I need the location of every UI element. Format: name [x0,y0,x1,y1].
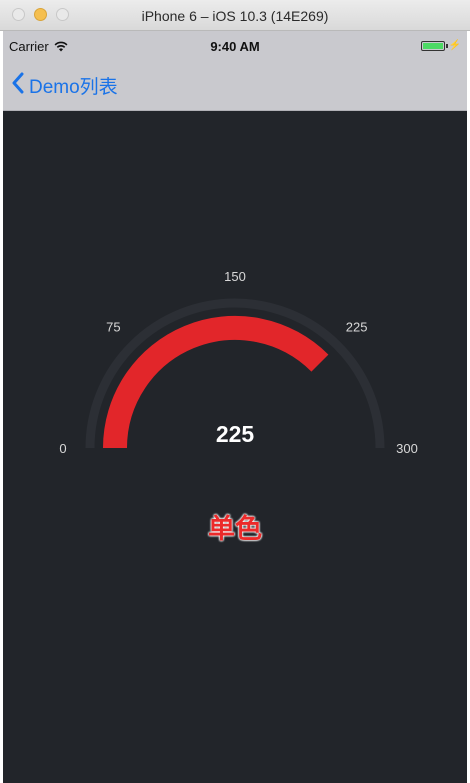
gauge-tick-label: 150 [224,269,246,284]
status-time: 9:40 AM [210,39,260,54]
chart-caption: 单色 [208,514,262,545]
content-area: 0 75 150 225 300 225 单色 [3,111,467,783]
window-title: iPhone 6 – iOS 10.3 (14E269) [141,8,329,24]
navigation-bar: Demo列表 [3,61,467,111]
gauge-chart: 0 75 150 225 300 225 [59,269,418,456]
back-button-label: Demo列表 [29,77,118,98]
chevron-left-icon [11,72,25,99]
gauge-value: 225 [216,421,255,447]
battery-icon: ⚡ [420,40,461,51]
back-button[interactable]: Demo列表 [11,72,118,99]
device-screen: Carrier 9:40 AM ⚡ Demo列表 0 75 150 225 30… [3,31,467,783]
gauge-tick-label: 75 [106,319,120,334]
gauge-tick-label: 300 [396,441,418,456]
gauge-tick-label: 225 [346,319,368,334]
status-bar: Carrier 9:40 AM ⚡ [3,31,467,61]
charging-icon: ⚡ [448,40,461,51]
simulator-titlebar: iPhone 6 – iOS 10.3 (14E269) [0,0,470,31]
gauge-tick-label: 0 [59,441,66,456]
